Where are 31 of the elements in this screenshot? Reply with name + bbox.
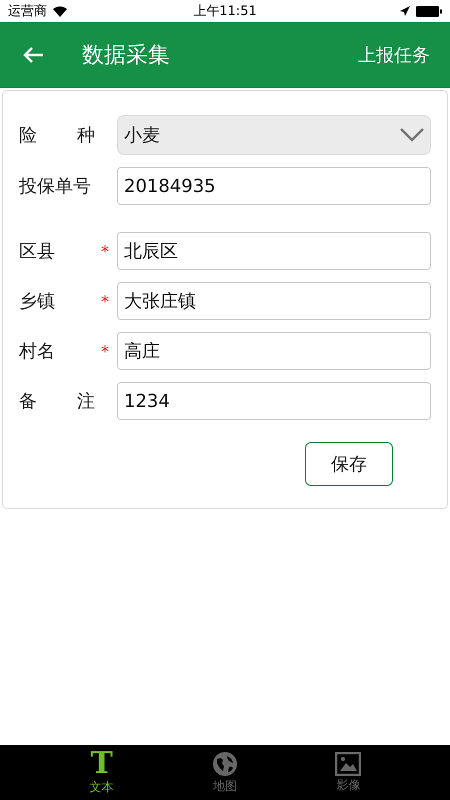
image-icon	[335, 752, 362, 776]
input-field[interactable]: 北辰区	[117, 232, 431, 270]
wifi-icon	[53, 6, 67, 16]
location-arrow-icon	[400, 6, 410, 16]
field-label: 投保单号	[19, 175, 91, 198]
input-field[interactable]: 大张庄镇	[117, 282, 431, 320]
tab-item[interactable]: T 文本	[40, 745, 164, 800]
battery-icon	[416, 6, 442, 16]
tab-item[interactable]: 影像	[286, 745, 410, 800]
report-task-link[interactable]: 上报任务	[358, 43, 430, 67]
page-title: 数据采集	[82, 42, 171, 70]
input-field[interactable]: 高庄	[117, 332, 431, 370]
chevron-down-icon	[400, 128, 424, 142]
tab-item[interactable]: 地图	[163, 745, 287, 800]
required-mark: *	[101, 242, 109, 260]
input-field[interactable]: 1234	[117, 382, 431, 420]
field-label: 区县	[19, 240, 55, 263]
globe-icon	[212, 750, 238, 776]
crop-select[interactable]: 小麦	[117, 115, 431, 155]
save-button[interactable]: 保存	[305, 442, 393, 486]
text-icon: T	[90, 750, 113, 778]
field-label: 险种	[19, 124, 95, 147]
carrier-name: 运营商	[8, 3, 47, 20]
status-time: 上午11:51	[193, 3, 257, 20]
required-mark: *	[101, 342, 109, 360]
field-label: 乡镇	[19, 290, 55, 313]
field-label: 村名	[19, 340, 55, 363]
input-field[interactable]: 20184935	[117, 167, 431, 205]
back-arrow-icon[interactable]	[22, 46, 44, 64]
field-label: 备注	[19, 390, 95, 413]
required-mark: *	[101, 292, 109, 310]
